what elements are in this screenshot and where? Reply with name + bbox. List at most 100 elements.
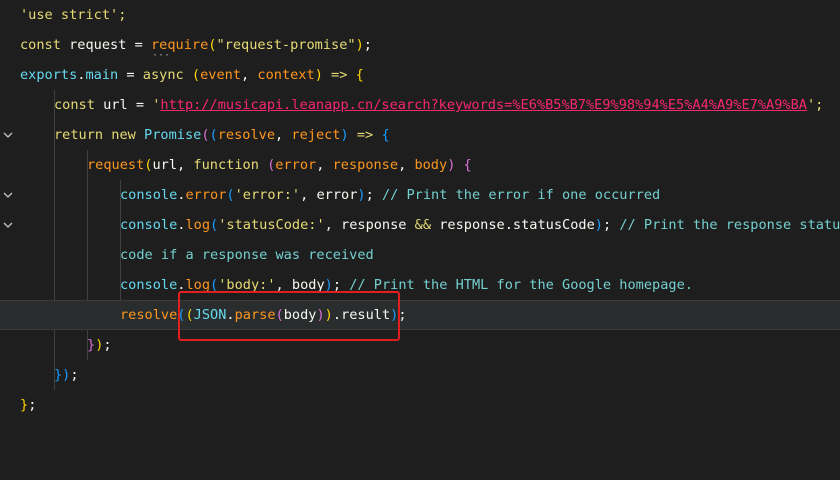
code-token: function <box>193 157 259 173</box>
code-editor[interactable]: 'use strict'; const request = require("r… <box>0 0 840 436</box>
code-token: ; <box>363 37 372 53</box>
code-token: ( <box>201 127 210 143</box>
code-token: body <box>414 157 448 173</box>
code-token: log <box>185 217 211 233</box>
code-token: // Print the error if one occurred <box>381 187 661 203</box>
code-content: const url = 'http://musicapi.leanapp.cn/… <box>54 90 823 120</box>
code-token: response <box>439 217 505 233</box>
code-token: ) <box>357 187 366 203</box>
code-token: ) <box>355 37 364 53</box>
code-token: , <box>316 157 333 173</box>
code-token: request <box>69 37 127 53</box>
code-token: , <box>177 157 194 173</box>
code-content: return new Promise((resolve, reject) => … <box>54 120 390 150</box>
code-token: ( <box>209 127 218 143</box>
code-token: console <box>120 277 178 293</box>
code-token: } <box>87 337 96 353</box>
code-token: context <box>257 67 315 83</box>
code-token: code if a response was received <box>120 247 374 263</box>
code-token: response <box>341 217 407 233</box>
code-token: http://musicapi.leanapp.cn/search?keywor… <box>160 97 807 113</box>
code-token: error <box>275 157 317 173</box>
hint-dots: ··· <box>152 50 171 61</box>
code-content: const request = require("request-promise… <box>20 30 372 60</box>
code-content: console. log('statusCode:', response && r… <box>120 210 840 240</box>
code-token: ( <box>210 217 219 233</box>
code-token: , <box>275 127 292 143</box>
code-content: request(url, function (error, response, … <box>87 150 472 180</box>
code-token: = <box>126 37 151 53</box>
code-token: { <box>455 157 472 173</box>
code-line-8[interactable]: console. log('statusCode:', response && r… <box>0 210 840 240</box>
code-token: url <box>103 97 128 113</box>
code-token: console <box>120 217 178 233</box>
code-token: request <box>87 157 145 173</box>
code-token: 'use strict'; <box>20 7 127 23</box>
code-content: 'use strict'; <box>20 0 126 30</box>
code-line-2[interactable]: const request = require("request-promise… <box>0 30 840 60</box>
code-token: ( <box>258 157 276 173</box>
code-token: { <box>381 127 390 143</box>
code-token: resolve <box>120 307 178 323</box>
code-line-1[interactable]: 'use strict'; <box>0 0 840 30</box>
code-token: ) <box>594 217 603 233</box>
code-token: Promise <box>144 127 202 143</box>
code-token: , <box>324 217 342 233</box>
code-token: ( <box>183 67 201 83</box>
annotation-highlight-box <box>178 291 400 341</box>
code-line-11[interactable]: }); <box>0 330 840 360</box>
code-line-10-current[interactable]: resolve((JSON.parse(body)).result); <box>0 300 840 330</box>
code-token: event <box>200 67 242 83</box>
code-line-3[interactable]: exports.main = async (event, context) =>… <box>0 60 840 138</box>
code-content: console.error('error:', error); // Print… <box>120 180 660 210</box>
code-token: => <box>322 67 356 83</box>
code-token: = <box>127 97 153 113</box>
code-token: && <box>406 217 440 233</box>
code-token: ; <box>602 217 620 233</box>
code-token: 'error:' <box>234 187 301 203</box>
code-token: // Print the HTML for the Google homepag… <box>349 277 693 293</box>
code-line-8-wrap[interactable]: code if a response was received <box>0 240 840 270</box>
code-token: return <box>54 127 112 143</box>
code-token: response <box>332 157 399 173</box>
code-line-9[interactable]: console.log('body:', body); // Print the… <box>0 270 840 300</box>
code-token: ( <box>226 187 235 203</box>
code-content: code if a response was received <box>120 240 374 270</box>
code-content: exports.main = async (event, context) =>… <box>20 60 364 90</box>
code-token: , <box>300 187 317 203</box>
code-token: = <box>118 67 143 83</box>
code-token: const <box>20 37 70 53</box>
code-content: }); <box>54 360 79 390</box>
code-token: } <box>20 397 29 413</box>
code-line-4[interactable]: const url = 'http://musicapi.leanapp.cn/… <box>0 90 840 120</box>
code-token: 'statusCode:' <box>218 217 325 233</box>
code-token: resolve <box>217 127 276 143</box>
code-token: ) <box>314 67 323 83</box>
code-token: { <box>355 67 364 83</box>
code-token: console <box>120 187 178 203</box>
code-token: reject <box>291 127 341 143</box>
code-token: "request-promise" <box>216 37 356 53</box>
code-token: url <box>152 157 178 173</box>
code-content: }; <box>20 390 36 420</box>
code-line-5[interactable]: return new Promise((resolve, reject) => … <box>0 120 840 198</box>
code-token: , <box>241 67 258 83</box>
code-token: error <box>185 187 227 203</box>
code-token: const <box>54 97 104 113</box>
code-token: error <box>316 187 358 203</box>
code-token: ) <box>340 127 349 143</box>
code-token: async <box>142 67 184 83</box>
code-line-6[interactable]: request(url, function (error, response, … <box>0 150 840 228</box>
code-line-13[interactable]: }; <box>0 390 840 420</box>
code-line-7[interactable]: console.error('error:', error); // Print… <box>0 180 840 210</box>
code-token: ; <box>103 337 112 353</box>
code-token: statusCode <box>512 217 595 233</box>
code-token: exports <box>20 67 78 83</box>
code-token: // Print the response status <box>619 217 840 233</box>
code-token: '; <box>806 97 824 113</box>
code-line-12[interactable]: }); <box>0 360 840 390</box>
code-token: new <box>111 127 145 143</box>
code-token: , <box>398 157 415 173</box>
code-token: . <box>504 217 513 233</box>
code-token: ; <box>70 367 79 383</box>
